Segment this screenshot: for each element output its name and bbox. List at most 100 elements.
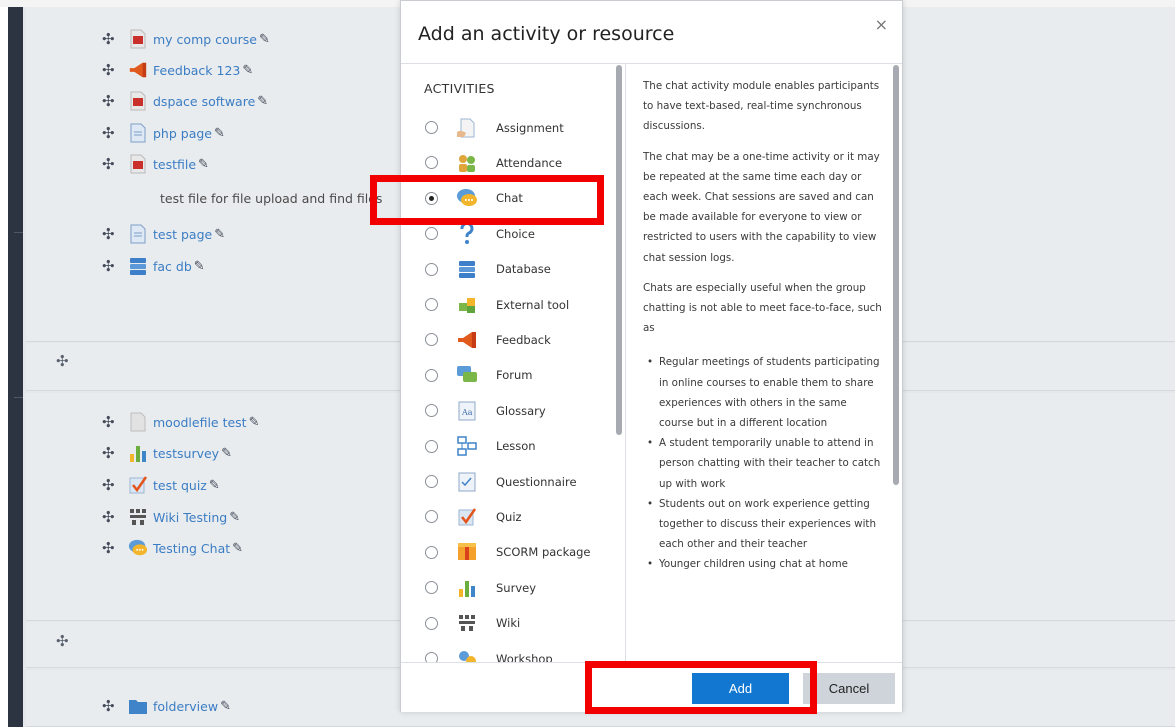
description-scrollbar[interactable]: [893, 65, 899, 485]
activity-link[interactable]: fac db: [153, 259, 192, 274]
radio-button[interactable]: [425, 439, 438, 453]
edit-title-icon[interactable]: ✎: [220, 699, 231, 714]
course-activity-dspace-software[interactable]: ✣ dspace software ✎: [102, 90, 268, 112]
activity-option-label: Questionnaire: [496, 474, 577, 489]
radio-button[interactable]: [425, 156, 438, 170]
activity-link[interactable]: my comp course: [153, 32, 257, 47]
activity-link[interactable]: testfile: [153, 157, 196, 172]
radio-button[interactable]: [425, 368, 438, 382]
edit-title-icon[interactable]: ✎: [209, 478, 220, 493]
move-icon[interactable]: ✣: [102, 697, 128, 715]
description-paragraph: The chat activity module enables partici…: [643, 80, 880, 133]
course-activity-testsurvey[interactable]: ✣ testsurvey ✎: [102, 442, 232, 464]
move-icon[interactable]: ✣: [102, 61, 128, 79]
radio-button[interactable]: [425, 545, 438, 559]
move-icon[interactable]: ✣: [102, 444, 128, 462]
course-activity-testfile[interactable]: ✣ testfile ✎: [102, 153, 209, 175]
activity-link[interactable]: folderview: [153, 699, 218, 714]
activity-option-database[interactable]: Database: [401, 252, 621, 287]
edit-title-icon[interactable]: ✎: [198, 157, 209, 172]
course-activity-wiki-testing[interactable]: ✣ Wiki Testing ✎: [102, 506, 240, 528]
course-activity-fac-db[interactable]: ✣ fac db ✎: [102, 255, 205, 277]
course-activity-moodlefile-test[interactable]: ✣ moodlefile test ✎: [102, 411, 260, 433]
radio-button[interactable]: [425, 475, 438, 488]
activity-link[interactable]: test quiz: [153, 478, 207, 493]
megaphone-icon: [454, 327, 480, 353]
radio-button[interactable]: [425, 581, 438, 595]
course-activity-folderview[interactable]: ✣ folderview ✎: [102, 695, 231, 717]
move-icon[interactable]: ✣: [102, 257, 128, 275]
activity-option-assignment[interactable]: Assignment: [401, 110, 621, 145]
activity-option-lesson[interactable]: Lesson: [401, 429, 621, 464]
activity-option-glossary[interactable]: Aa Glossary: [401, 393, 621, 428]
course-activity-testing-chat[interactable]: ✣ Testing Chat ✎: [102, 537, 243, 559]
course-activity-test-page[interactable]: ✣ test page ✎: [102, 223, 225, 245]
move-icon[interactable]: ✣: [102, 30, 128, 48]
move-section-icon[interactable]: ✣: [56, 632, 69, 650]
move-icon[interactable]: ✣: [102, 413, 128, 431]
edit-title-icon[interactable]: ✎: [257, 94, 268, 109]
activity-option-external-tool[interactable]: External tool: [401, 287, 621, 322]
activity-link[interactable]: Testing Chat: [153, 541, 230, 556]
activity-list[interactable]: ACTIVITIES Assignment Attendance Chat Choic…: [401, 64, 625, 662]
move-icon[interactable]: ✣: [102, 476, 128, 494]
chat-icon: [128, 538, 148, 558]
activity-link[interactable]: test page: [153, 227, 212, 242]
radio-button[interactable]: [425, 121, 438, 134]
activity-link[interactable]: Feedback 123: [153, 63, 240, 78]
activity-link[interactable]: Wiki Testing: [153, 510, 227, 525]
scorm-icon: [454, 539, 480, 565]
move-section-icon[interactable]: ✣: [56, 352, 69, 370]
edit-title-icon[interactable]: ✎: [221, 446, 232, 461]
activity-list-scrollbar[interactable]: [616, 65, 622, 435]
course-activity-feedback-123[interactable]: ✣ Feedback 123 ✎: [102, 59, 253, 81]
quiz-icon: [454, 504, 480, 530]
radio-button[interactable]: [425, 652, 438, 662]
radio-button[interactable]: [425, 298, 438, 311]
activity-option-wiki[interactable]: Wiki: [401, 606, 621, 641]
edit-title-icon[interactable]: ✎: [242, 63, 253, 78]
activity-option-scorm-package[interactable]: SCORM package: [401, 535, 621, 570]
file-icon: [128, 412, 148, 432]
highlight-box-add: [585, 661, 817, 714]
close-icon[interactable]: ×: [875, 15, 888, 34]
activity-link[interactable]: testsurvey: [153, 446, 219, 461]
radio-button[interactable]: [425, 262, 438, 276]
activity-option-quiz[interactable]: Quiz: [401, 499, 621, 534]
activity-link[interactable]: php page: [153, 126, 212, 141]
radio-button[interactable]: [425, 333, 438, 347]
radio-button[interactable]: [425, 227, 438, 241]
move-icon[interactable]: ✣: [102, 124, 128, 142]
activity-link[interactable]: moodlefile test: [153, 415, 247, 430]
move-icon[interactable]: ✣: [102, 539, 128, 557]
course-activity-test-quiz[interactable]: ✣ test quiz ✎: [102, 474, 220, 496]
edit-title-icon[interactable]: ✎: [249, 415, 260, 430]
course-activity-my-comp-course[interactable]: ✣ my comp course ✎: [102, 28, 270, 50]
edit-title-icon[interactable]: ✎: [229, 510, 240, 525]
move-icon[interactable]: ✣: [102, 508, 128, 526]
edit-title-icon[interactable]: ✎: [232, 541, 243, 556]
radio-button[interactable]: [425, 616, 438, 630]
radio-button[interactable]: [425, 404, 438, 418]
radio-button[interactable]: [425, 510, 438, 524]
edit-title-icon[interactable]: ✎: [194, 259, 205, 274]
move-icon[interactable]: ✣: [102, 225, 128, 243]
edit-title-icon[interactable]: ✎: [214, 227, 225, 242]
activity-option-feedback[interactable]: Feedback: [401, 322, 621, 357]
move-icon[interactable]: ✣: [102, 92, 128, 110]
activity-option-label: Lesson: [496, 439, 536, 454]
activity-option-survey[interactable]: Survey: [401, 570, 621, 605]
edit-title-icon[interactable]: ✎: [259, 32, 270, 47]
activity-link[interactable]: dspace software: [153, 94, 255, 109]
glossary-icon: Aa: [454, 398, 480, 424]
activity-option-forum[interactable]: Forum: [401, 358, 621, 393]
description-paragraph: The chat may be a one-time activity or i…: [643, 150, 880, 264]
folder-icon: [128, 696, 148, 716]
activity-option-questionnaire[interactable]: Questionnaire: [401, 464, 621, 499]
activity-option-workshop[interactable]: Workshop: [401, 641, 621, 662]
course-activity-php-page[interactable]: ✣ php page ✎: [102, 122, 225, 144]
database-icon: [454, 256, 480, 282]
edit-title-icon[interactable]: ✎: [214, 126, 225, 141]
activity-option-label: Glossary: [496, 403, 546, 418]
move-icon[interactable]: ✣: [102, 155, 128, 173]
